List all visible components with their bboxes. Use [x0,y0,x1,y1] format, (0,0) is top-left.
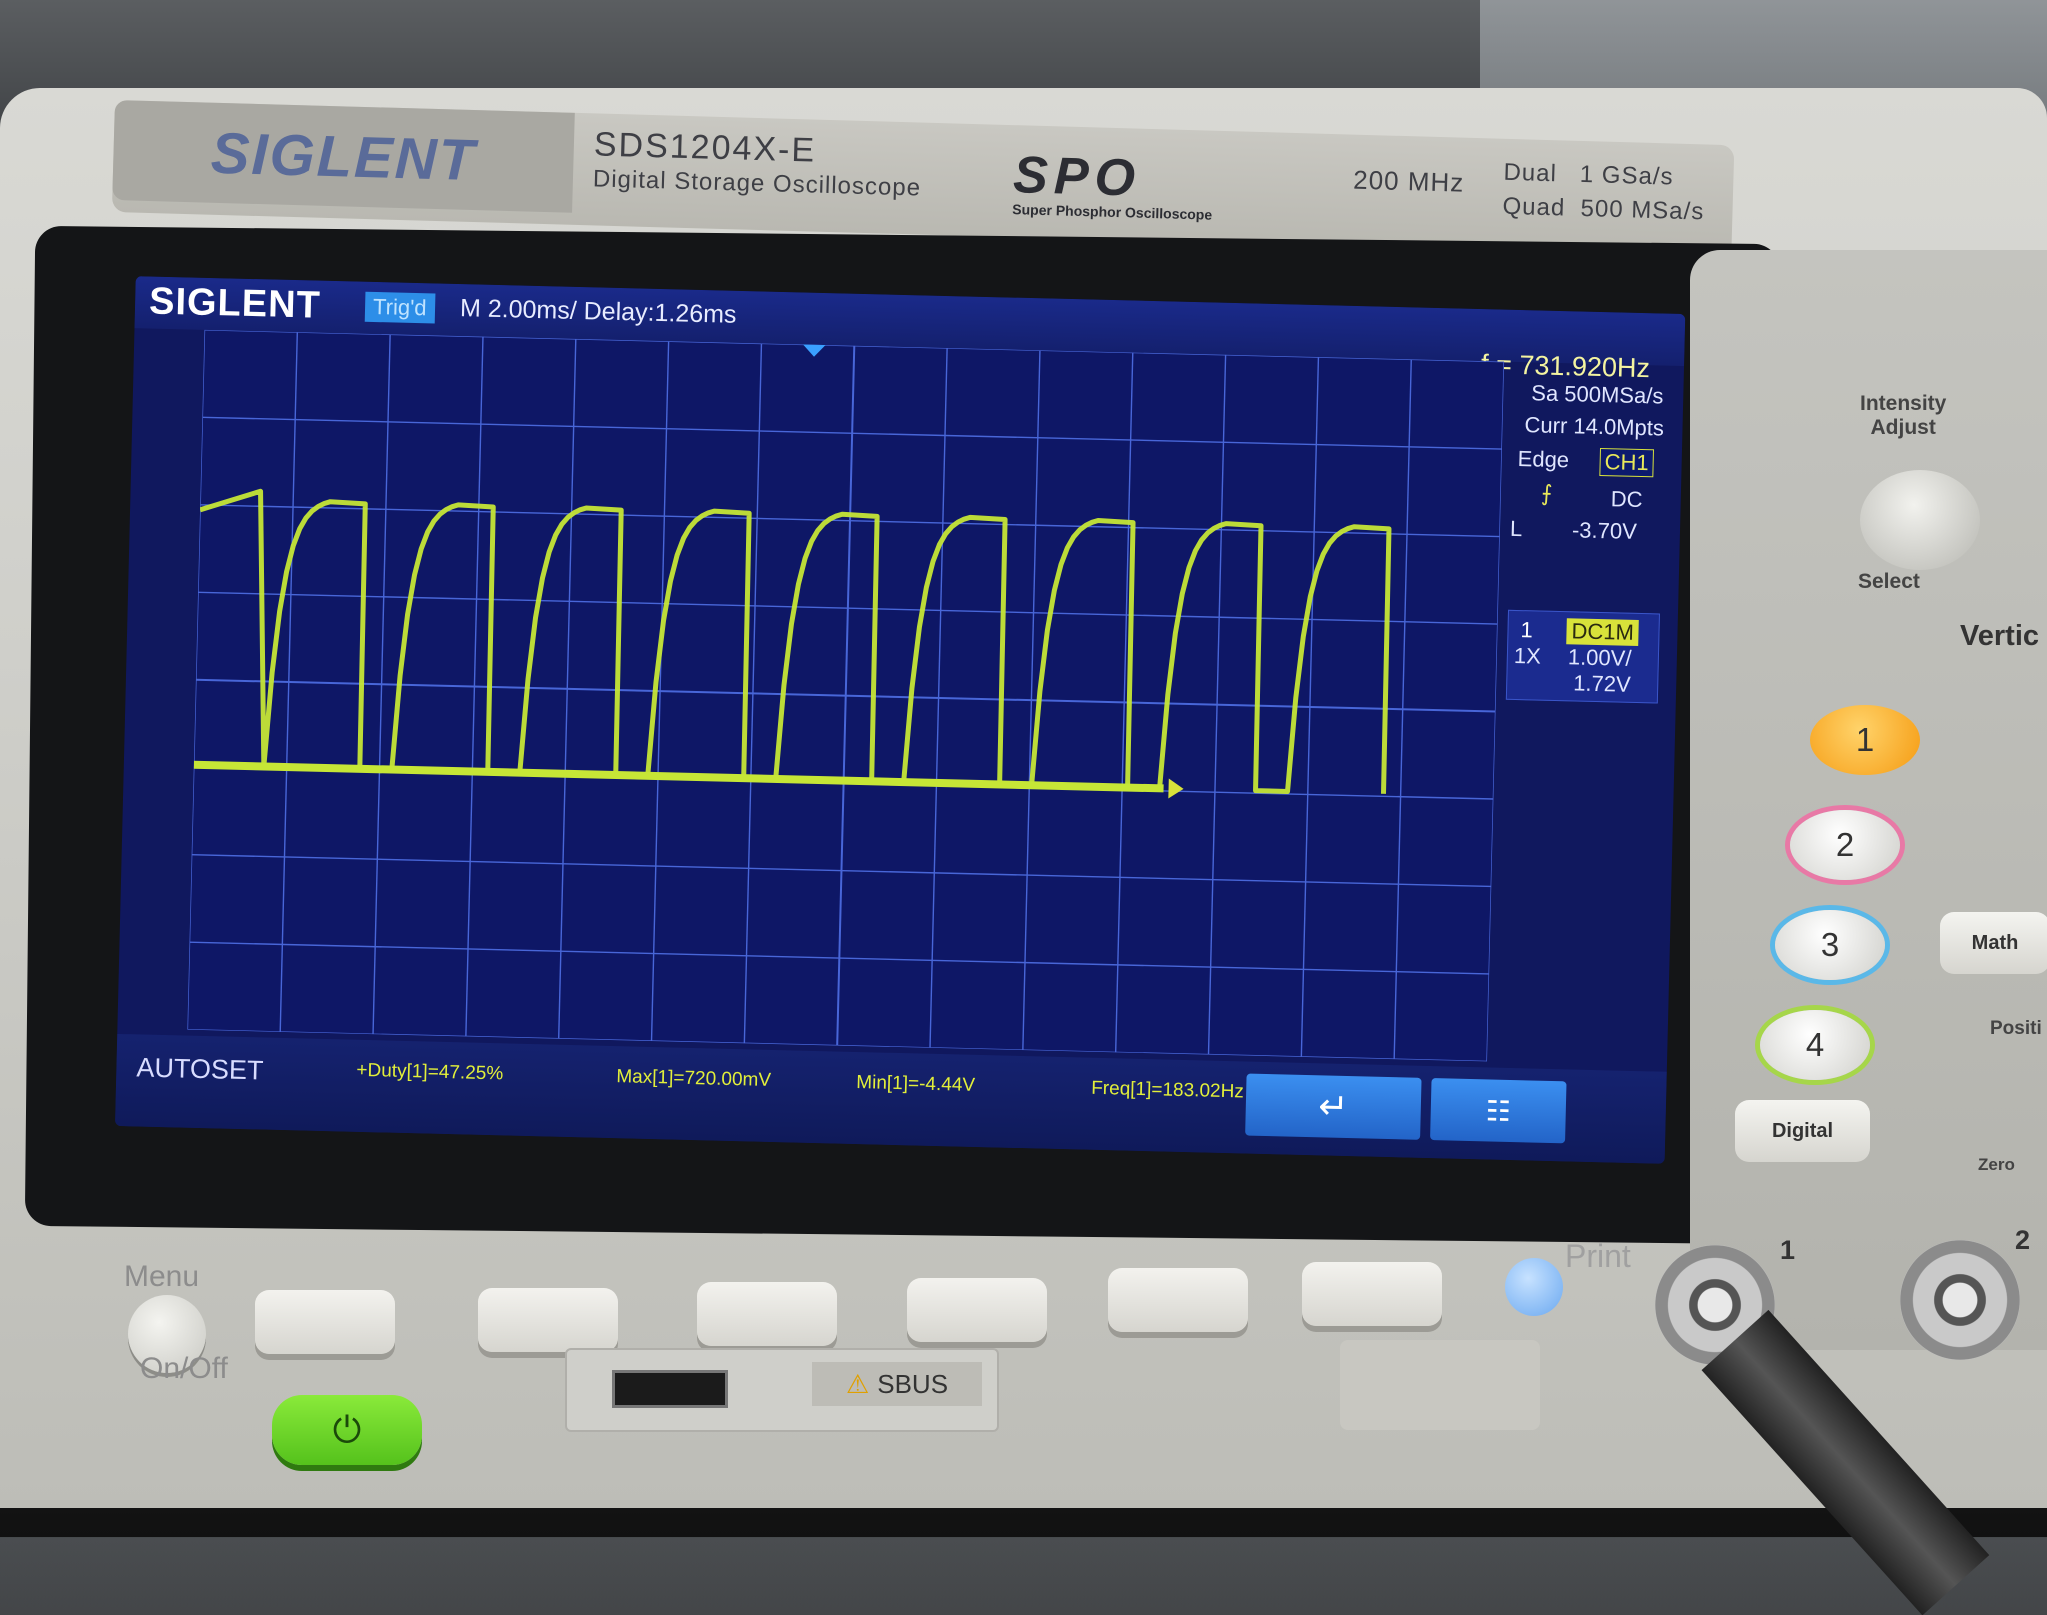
sbus-connector: ⚠ SBUS [812,1362,982,1406]
oscilloscope-screen: SIGLENT Trig'd M 2.00ms/ Delay:1.26ms f … [115,276,1686,1164]
sample-rate: Sa 500MSa/s [1531,380,1664,409]
volts-per-div: 1.00V/ [1567,644,1632,671]
trigger-source: CH1 [1599,447,1655,478]
channel-1-button[interactable]: 1 [1810,705,1920,775]
network-button[interactable]: ☷ [1430,1078,1567,1144]
ground-connector-panel [1340,1340,1540,1430]
print-button[interactable] [1505,1258,1563,1316]
spo-subtitle: Super Phosphor Oscilloscope [1012,201,1213,223]
channel-2-label: 2 [1835,826,1855,863]
measurement-freq: Freq[1]=183.02Hz [1090,1077,1245,1103]
probe-attenuation: 1X [1513,642,1542,669]
spo-logo: SPO [1012,146,1142,208]
screen-bezel: SIGLENT Trig'd M 2.00ms/ Delay:1.26ms f … [24,225,1781,1245]
channel-4-label: 4 [1805,1026,1825,1063]
model-name: SDS1204X-E [593,125,817,170]
digital-button[interactable]: Digital [1735,1100,1870,1162]
warning-icon: ⚠ [845,1368,870,1399]
on-off-label: On/Off [140,1352,228,1385]
bnc-1-label: 1 [1780,1235,1796,1265]
channel-3-label: 3 [1820,926,1840,963]
trigger-level: -3.70V [1571,517,1638,544]
bandwidth-label: 200 MHz [1352,164,1465,198]
measurement-duty: +Duty[1]=47.25% [356,1059,504,1085]
softkey-3[interactable] [697,1282,837,1346]
channel-3-button[interactable]: 3 [1775,910,1885,980]
intensity-adjust-label: Intensity Adjust [1860,392,1946,440]
frequency-readout: f = 731.920Hz [1480,349,1651,384]
channel-offset: 1.72V [1572,670,1632,697]
sample-rate-dual: Dual 1 GSa/s [1503,158,1674,191]
usb-port[interactable] [612,1370,728,1408]
softkey-1[interactable] [255,1290,395,1354]
softkey-2[interactable] [478,1288,618,1352]
channel-1-label: 1 [1855,721,1875,758]
waveform-grid: 1 [187,329,1505,1062]
model-description: Digital Storage Oscilloscope [592,165,922,202]
zero-label: Zero [1978,1155,2015,1174]
print-label: Print [1565,1238,1631,1274]
back-button[interactable]: ↵ [1245,1073,1422,1140]
rising-edge-icon: ⨍ [1540,480,1553,506]
softkey-6[interactable] [1302,1262,1442,1326]
return-arrow-icon: ↵ [1317,1085,1349,1128]
ch1-marker-label: 1 [187,492,193,508]
channel-coupling: DC1M [1566,618,1640,646]
select-label: Select [1858,570,1920,593]
power-button[interactable]: ⏻ [272,1395,422,1465]
sample-rate-quad: Quad 500 MSa/s [1502,192,1705,226]
softkey-5[interactable] [1108,1268,1248,1332]
softkey-4[interactable] [907,1278,1047,1342]
autoset-label: AUTOSET [136,1052,264,1086]
measurement-max: Max[1]=720.00mV [616,1066,772,1091]
timebase-readout: M 2.00ms/ Delay:1.26ms [459,294,737,329]
intensity-label-text: Intensity Adjust [1860,392,1947,440]
bnc-input-2[interactable] [1900,1240,2020,1360]
position-label: Positi [1990,1018,2042,1039]
channel-2-button[interactable]: 2 [1790,810,1900,880]
sbus-label: SBUS [877,1368,949,1399]
brand-logo-text: SIGLENT [209,120,478,193]
channel-number: 1 [1520,617,1534,643]
trigger-coupling: DC [1610,486,1643,513]
network-icon: ☷ [1485,1094,1512,1127]
channel-1-info[interactable]: 1 DC1M 1X 1.00V/ 1.72V [1505,609,1660,704]
trigger-level-label: L [1509,515,1523,542]
intensity-knob[interactable] [1860,470,1980,570]
bnc-2-label: 2 [2015,1225,2031,1255]
channel-4-button[interactable]: 4 [1760,1010,1870,1080]
memory-depth: Curr 14.0Mpts [1524,412,1665,441]
trigger-status: Trig'd [364,291,435,324]
brand-logo: SIGLENT [112,100,575,213]
trigger-type: Edge [1517,445,1570,473]
measurement-min: Min[1]=-4.44V [856,1072,976,1096]
math-button[interactable]: Math [1940,912,2047,974]
screen-logo: SIGLENT [148,280,322,327]
power-icon: ⏻ [332,1408,362,1450]
menu-label: Menu [124,1260,200,1293]
vertical-section-label: Vertic [1960,620,2039,652]
ch1-level-marker: 1 [187,489,197,510]
